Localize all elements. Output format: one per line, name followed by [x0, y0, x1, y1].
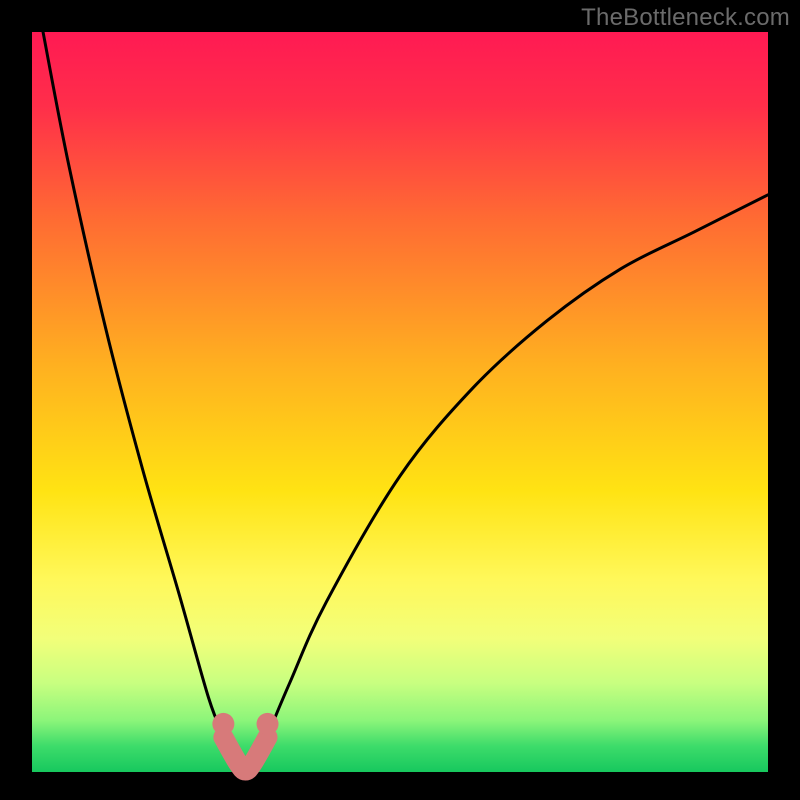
marker-right-dot — [257, 713, 279, 735]
marker-left-dot — [212, 713, 234, 735]
watermark-text: TheBottleneck.com — [581, 4, 790, 32]
chart-svg — [0, 0, 800, 800]
plot-background — [32, 32, 768, 772]
chart-frame: { "watermark": "TheBottleneck.com", "cha… — [0, 0, 800, 800]
